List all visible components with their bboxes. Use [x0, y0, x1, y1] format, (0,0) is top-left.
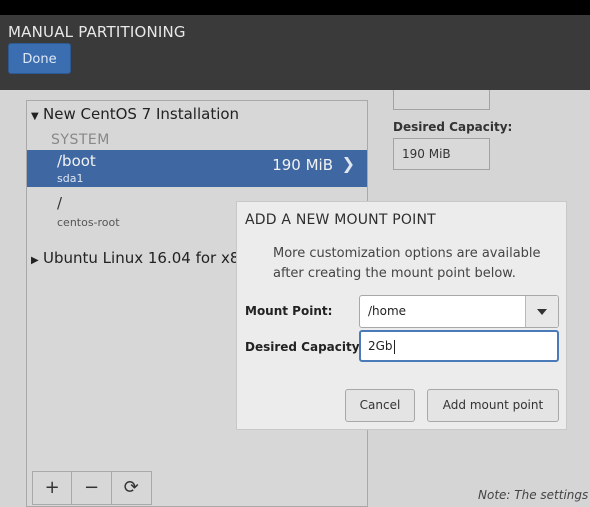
add-mount-point-button[interactable]: Add mount point	[427, 389, 559, 422]
desired-capacity-field[interactable]: 190 MiB	[393, 138, 490, 170]
page-title: MANUAL PARTITIONING	[8, 23, 186, 41]
mount-device: centos-root	[57, 216, 120, 229]
capacity-label: Desired Capacity:	[245, 340, 365, 354]
add-partition-button[interactable]: +	[33, 472, 73, 504]
add-mount-point-dialog: ADD A NEW MOUNT POINT More customization…	[236, 201, 567, 430]
top-bar	[0, 0, 590, 15]
mount-point-label: Mount Point:	[245, 304, 333, 318]
mount-point-value: /home	[368, 304, 407, 318]
installation-group-title: New CentOS 7 Installation	[43, 105, 240, 123]
remove-partition-button[interactable]: −	[72, 472, 112, 504]
chevron-down-icon	[537, 309, 547, 315]
capacity-input[interactable]: 2Gb	[359, 330, 559, 362]
dialog-description: More customization options are available…	[273, 246, 541, 281]
dropdown-toggle[interactable]	[525, 296, 558, 327]
mount-device: sda1	[57, 172, 84, 185]
partition-toolbar: + − ⟳	[32, 471, 152, 505]
mount-name: /	[57, 194, 63, 212]
mount-row-boot[interactable]: /boot sda1 190 MiB ❯	[27, 150, 367, 187]
expand-right-icon: ▶	[31, 255, 39, 266]
system-section-label: SYSTEM	[51, 132, 110, 148]
capacity-value: 2Gb	[368, 339, 393, 353]
ubuntu-group-title: Ubuntu Linux 16.04 for x86	[43, 249, 249, 267]
ubuntu-group-header[interactable]: ▶ Ubuntu Linux 16.04 for x86	[31, 249, 249, 267]
installation-group-header[interactable]: ▼ New CentOS 7 Installation	[31, 105, 239, 123]
mount-point-field-partial[interactable]	[393, 90, 490, 110]
desired-capacity-label: Desired Capacity:	[393, 120, 513, 134]
expand-down-icon: ▼	[31, 111, 39, 122]
done-button[interactable]: Done	[8, 43, 71, 74]
refresh-icon[interactable]: ⟳	[112, 472, 151, 504]
mount-point-combo[interactable]: /home	[359, 295, 559, 328]
settings-note: Note: The settings	[478, 488, 589, 502]
chevron-right-icon: ❯	[341, 154, 355, 173]
dialog-title: ADD A NEW MOUNT POINT	[245, 212, 436, 228]
mount-name: /boot	[57, 152, 96, 170]
text-cursor	[393, 339, 395, 354]
mount-size: 190 MiB	[272, 156, 333, 174]
cancel-button[interactable]: Cancel	[345, 389, 415, 422]
header: MANUAL PARTITIONING Done	[0, 15, 590, 90]
